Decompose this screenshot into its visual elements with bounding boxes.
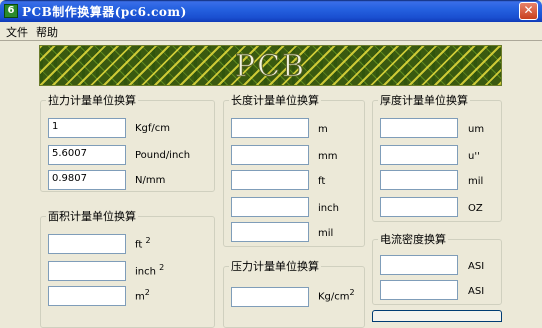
area-m2-input[interactable] <box>48 286 126 306</box>
area-group-title: 面积计量单位换算 <box>48 210 136 223</box>
thickness-mil-unit: mil <box>468 176 484 187</box>
pcb-banner: PCB <box>39 45 502 86</box>
area-ft2-input[interactable] <box>48 234 126 254</box>
n-per-mm-unit: N/mm <box>135 175 166 186</box>
thickness-um-unit: um <box>468 124 485 135</box>
length-m-input[interactable] <box>231 118 309 138</box>
thickness-group-title: 厚度计量单位换算 <box>380 94 468 107</box>
pound-per-inch-input[interactable]: 5.6007 <box>48 145 126 165</box>
thickness-oz-input[interactable] <box>380 197 458 217</box>
length-m-unit: m <box>318 124 328 135</box>
current-density-input-2[interactable] <box>380 280 458 300</box>
pressure-kg-per-cm2-unit: Kg/cm2 <box>318 288 355 303</box>
length-ft-unit: ft <box>318 176 326 187</box>
thickness-oz-unit: OZ <box>468 203 483 214</box>
length-mil-input[interactable] <box>231 222 309 242</box>
length-inch-input[interactable] <box>231 197 309 217</box>
thickness-mil-input[interactable] <box>380 170 458 190</box>
thickness-um-input[interactable] <box>380 118 458 138</box>
menu-help[interactable]: 帮助 <box>36 24 58 40</box>
current-density-unit-2: ASI <box>468 286 485 297</box>
pressure-group-title: 压力计量单位换算 <box>231 260 319 273</box>
current-density-input-1[interactable] <box>380 255 458 275</box>
length-mm-input[interactable] <box>231 145 309 165</box>
length-inch-unit: inch <box>318 203 339 214</box>
menu-bar: 文件 帮助 <box>0 22 542 40</box>
pressure-kg-per-cm2-input[interactable] <box>231 287 309 307</box>
close-icon: ✕ <box>523 3 534 17</box>
length-group-title: 长度计量单位换算 <box>231 94 319 107</box>
tension-group-title: 拉力计量单位换算 <box>48 94 136 107</box>
close-button[interactable]: ✕ <box>519 2 538 20</box>
thickness-microinch-unit: u'' <box>468 151 480 162</box>
kgf-per-cm-input[interactable]: 1 <box>48 118 126 138</box>
pound-per-inch-unit: Pound/inch <box>135 150 191 161</box>
menu-file[interactable]: 文件 <box>6 24 28 40</box>
kgf-per-cm-unit: Kgf/cm <box>135 123 171 134</box>
length-mil-unit: mil <box>318 228 334 239</box>
length-mm-unit: mm <box>318 151 338 162</box>
length-ft-input[interactable] <box>231 170 309 190</box>
thickness-microinch-input[interactable] <box>380 145 458 165</box>
current-density-unit-1: ASI <box>468 261 485 272</box>
area-ft2-unit: ft 2 <box>135 236 151 251</box>
area-inch2-unit: inch 2 <box>135 263 165 278</box>
current-density-group-title: 电流密度换算 <box>380 233 446 246</box>
n-per-mm-input[interactable]: 0.9807 <box>48 170 126 190</box>
area-inch2-input[interactable] <box>48 261 126 281</box>
banner-text: PCB <box>234 49 307 85</box>
title-bar[interactable]: 6 PCB制作换算器(pc6.com) ✕ <box>0 0 542 22</box>
window-title: PCB制作换算器(pc6.com) <box>22 5 187 19</box>
area-m2-unit: m2 <box>135 288 150 303</box>
app-icon: 6 <box>4 4 18 18</box>
action-button[interactable] <box>372 310 502 322</box>
